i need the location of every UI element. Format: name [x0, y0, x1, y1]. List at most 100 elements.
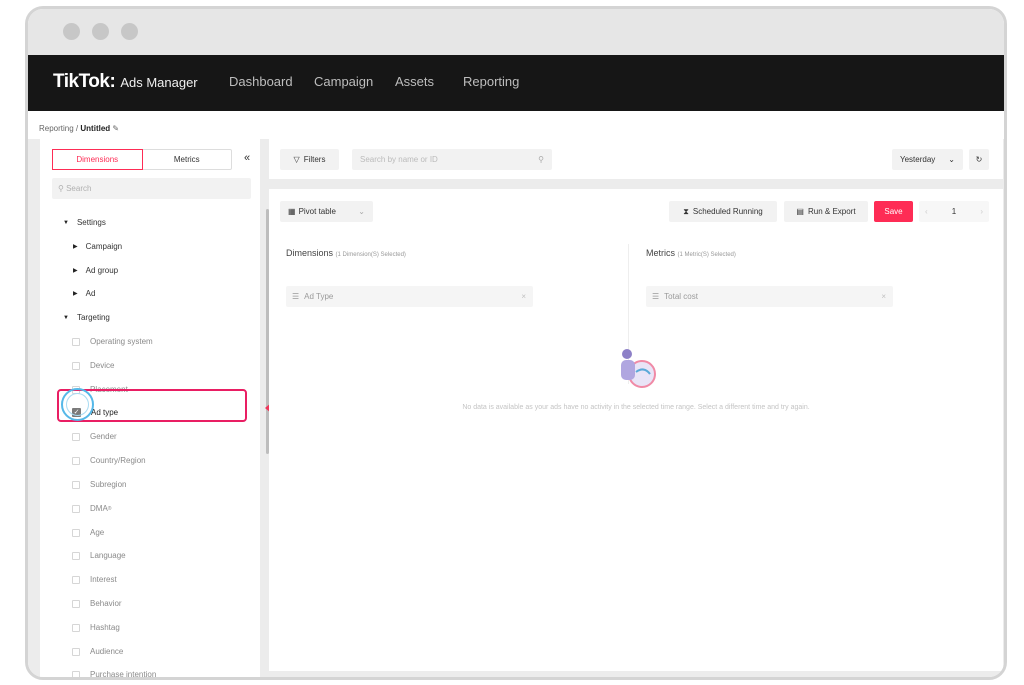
option-label: Device	[90, 361, 115, 370]
scheduled-running-button[interactable]: ⧗ Scheduled Running	[669, 201, 777, 222]
option-operating-system[interactable]: Operating system	[72, 337, 153, 346]
option-label: Language	[90, 551, 126, 560]
dma-superscript: ®	[107, 505, 112, 512]
checkbox[interactable]	[72, 480, 80, 489]
dimension-chip[interactable]: ☰ Ad Type ×	[286, 286, 533, 307]
tab-dimensions[interactable]: Dimensions	[52, 149, 143, 170]
checkbox[interactable]	[72, 623, 80, 632]
option-behavior[interactable]: Behavior	[72, 599, 122, 608]
option-purchase-intention[interactable]: Purchase intention	[72, 670, 157, 679]
refresh-icon: ↻	[975, 155, 983, 164]
view-label: Pivot table	[298, 207, 336, 216]
edit-pencil-icon[interactable]: ✎	[112, 124, 119, 133]
checkbox[interactable]	[72, 432, 80, 441]
group-targeting[interactable]: ▼ Targeting	[63, 313, 110, 322]
tree-item-ad-group[interactable]: ▶ Ad group	[73, 266, 118, 275]
option-audience[interactable]: Audience	[72, 647, 123, 656]
breadcrumb-separator: /	[75, 124, 79, 133]
checkbox[interactable]	[72, 575, 80, 584]
option-language[interactable]: Language	[72, 551, 126, 560]
nav-reporting[interactable]: Reporting	[463, 74, 519, 89]
option-device[interactable]: Device	[72, 361, 114, 370]
checkbox[interactable]	[72, 599, 80, 608]
prev-page-button[interactable]: ‹	[925, 207, 928, 216]
checkbox[interactable]	[72, 551, 80, 560]
metric-chip-label: Total cost	[664, 292, 698, 301]
window-minimize-dot[interactable]	[92, 23, 109, 40]
group-settings-label: Settings	[76, 218, 106, 227]
caret-right-icon: ▶	[73, 244, 78, 250]
drag-handle-icon[interactable]: ☰	[292, 292, 299, 301]
date-range-label: Yesterday	[900, 155, 936, 164]
filters-button[interactable]: ▽ Filters	[280, 149, 339, 170]
option-interest[interactable]: Interest	[72, 575, 117, 584]
tree-item-label: Campaign	[85, 242, 123, 251]
tree-item-ad[interactable]: ▶ Ad	[73, 289, 95, 298]
tree-item-label: Ad	[85, 289, 96, 298]
remove-icon[interactable]: ×	[881, 292, 886, 301]
checkbox[interactable]	[72, 528, 80, 537]
caret-down-icon: ▼	[63, 219, 69, 226]
checkbox[interactable]	[72, 647, 80, 656]
date-range-select[interactable]: Yesterday ⌄	[892, 149, 963, 170]
empty-state-illustration-icon	[621, 349, 656, 388]
option-label: Age	[90, 528, 105, 537]
checkbox[interactable]	[72, 670, 80, 677]
nav-campaign[interactable]: Campaign	[314, 74, 373, 89]
metric-chip[interactable]: ☰ Total cost ×	[646, 286, 893, 307]
refresh-button[interactable]: ↻	[969, 149, 989, 170]
logo-subtitle: Ads Manager	[120, 75, 198, 90]
dimensions-section-title: Dimensions (1 Dimension(S) Selected)	[286, 248, 406, 258]
empty-state-message: No data is available as your ads have no…	[462, 404, 810, 411]
picker-tabs: Dimensions Metrics	[52, 149, 232, 170]
view-select[interactable]: ▦ Pivot table ⌄	[280, 201, 373, 222]
run-export-button[interactable]: ▤ Run & Export	[784, 201, 868, 222]
next-page-button[interactable]: ›	[980, 207, 983, 216]
save-button[interactable]: Save	[874, 201, 913, 222]
nav-assets[interactable]: Assets	[395, 74, 434, 89]
top-nav-bar: TikTok: Ads Manager Dashboard Campaign A…	[28, 55, 1004, 111]
hourglass-icon: ⧗	[683, 206, 689, 216]
drag-handle-icon[interactable]: ☰	[652, 292, 659, 301]
tab-metrics[interactable]: Metrics	[143, 150, 232, 169]
checkbox[interactable]	[72, 361, 80, 370]
checkbox[interactable]	[72, 456, 80, 465]
page-number[interactable]: 1	[952, 207, 956, 216]
logo-wordmark: TikTok	[53, 71, 110, 92]
caret-right-icon: ▶	[73, 291, 78, 297]
option-subregion[interactable]: Subregion	[72, 480, 126, 489]
option-hashtag[interactable]: Hashtag	[72, 623, 120, 632]
tree-item-campaign[interactable]: ▶ Campaign	[73, 242, 122, 251]
window-maximize-dot[interactable]	[121, 23, 138, 40]
option-label: Subregion	[90, 480, 127, 489]
logo-colon: :	[109, 71, 116, 92]
option-dma[interactable]: DMA ®	[72, 504, 111, 513]
caret-down-icon: ▼	[63, 314, 69, 321]
nav-dashboard[interactable]: Dashboard	[229, 74, 293, 89]
option-label: Gender	[90, 432, 117, 441]
window-chrome	[28, 9, 1004, 55]
window-close-dot[interactable]	[63, 23, 80, 40]
filters-label: Filters	[303, 155, 326, 164]
option-age[interactable]: Age	[72, 528, 104, 537]
dimension-search-input[interactable]: ⚲ Search	[52, 178, 251, 199]
run-export-label: Run & Export	[807, 207, 856, 216]
checkbox[interactable]	[72, 504, 80, 513]
pivot-table-icon: ▦	[288, 207, 296, 216]
remove-icon[interactable]: ×	[521, 292, 526, 301]
pagination: ‹ 1 ›	[919, 201, 989, 222]
chevron-down-icon: ⌄	[358, 207, 365, 216]
breadcrumb: Reporting / Untitled ✎	[39, 124, 119, 133]
option-country-region[interactable]: Country/Region	[72, 456, 146, 465]
group-settings[interactable]: ▼ Settings	[63, 218, 106, 227]
report-canvas: ▦ Pivot table ⌄ ⧗ Scheduled Running ▤ Ru…	[269, 189, 1003, 671]
tiktok-ads-logo[interactable]: TikTok: Ads Manager	[53, 71, 198, 93]
tree-item-label: Ad group	[85, 266, 119, 275]
option-gender[interactable]: Gender	[72, 432, 117, 441]
checkbox[interactable]	[72, 337, 80, 346]
collapse-panel-icon[interactable]: «	[244, 152, 250, 164]
breadcrumb-root[interactable]: Reporting	[39, 124, 74, 133]
breadcrumb-current: Untitled	[80, 124, 111, 133]
option-label: Purchase intention	[90, 670, 157, 679]
report-search-input[interactable]: Search by name or ID ⚲	[352, 149, 552, 170]
